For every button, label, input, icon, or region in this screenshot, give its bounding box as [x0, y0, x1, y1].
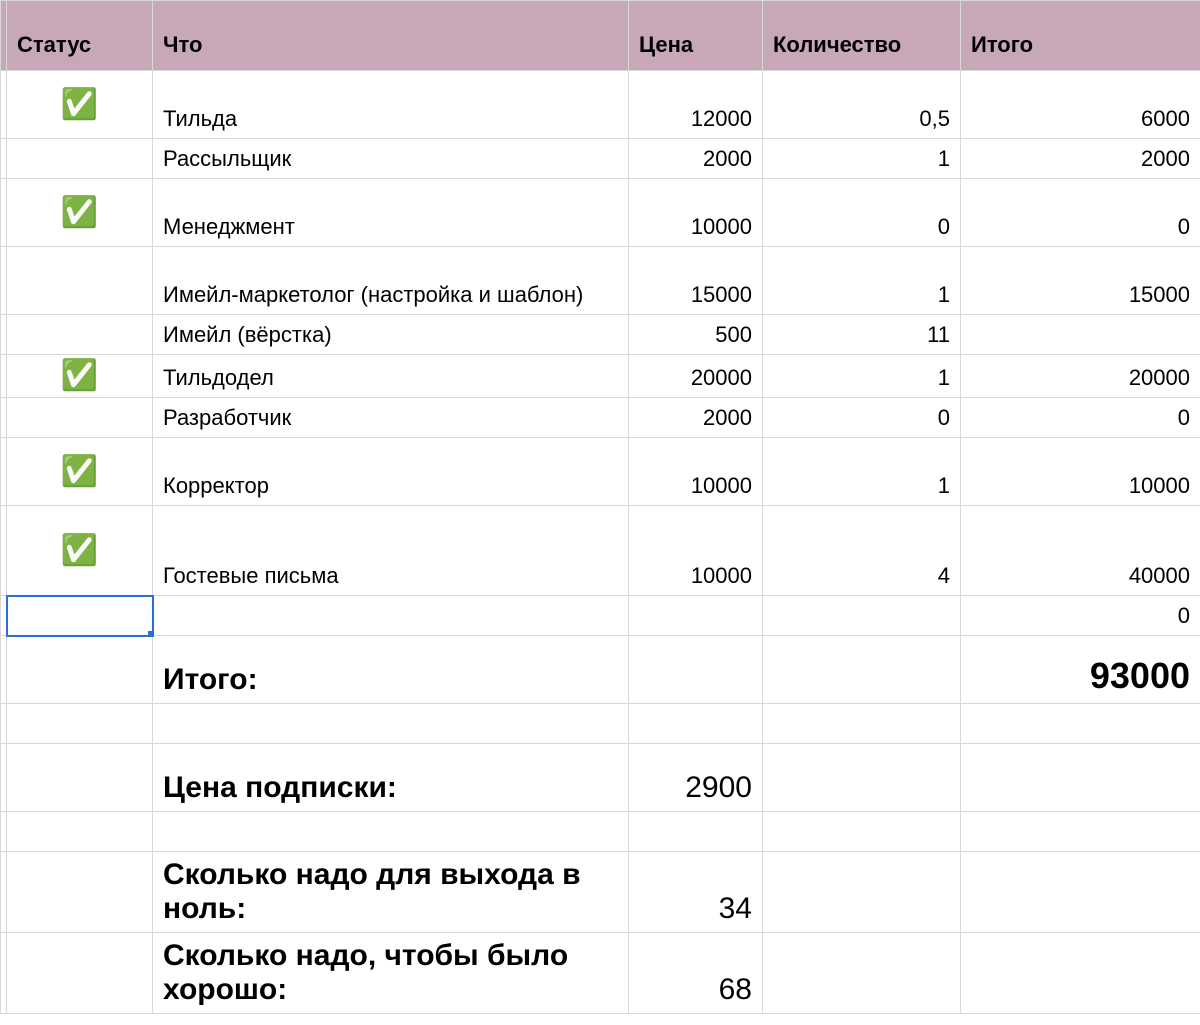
- budget-spreadsheet[interactable]: Статус Что Цена Количество Итого ✅ Тильда…: [0, 0, 1200, 1014]
- cell[interactable]: [763, 596, 961, 636]
- cell[interactable]: [629, 596, 763, 636]
- cell-price[interactable]: 2000: [629, 398, 763, 438]
- cell-status[interactable]: ✅: [7, 71, 153, 139]
- cell-qty[interactable]: 0: [763, 398, 961, 438]
- metric-label[interactable]: Сколько надо, чтобы было хорошо:: [153, 933, 629, 1014]
- metric-label[interactable]: Цена подписки:: [153, 744, 629, 812]
- table-row: ✅ Тильда120000,56000: [1, 71, 1200, 139]
- cell-total[interactable]: 2000: [961, 139, 1200, 179]
- col-header-qty[interactable]: Количество: [763, 1, 961, 71]
- cell-status[interactable]: ✅: [7, 438, 153, 506]
- cell-qty[interactable]: 0,5: [763, 71, 961, 139]
- cell[interactable]: [763, 744, 961, 812]
- spacer-row: [1, 704, 1200, 744]
- cell-status[interactable]: [7, 139, 153, 179]
- cell-total[interactable]: 40000: [961, 506, 1200, 596]
- check-icon: ✅: [61, 88, 98, 121]
- cell-total[interactable]: 6000: [961, 71, 1200, 139]
- table-row: Имейл-маркетолог (настройка и шаблон)150…: [1, 247, 1200, 315]
- cell[interactable]: [7, 852, 153, 933]
- cell-status[interactable]: ✅: [7, 355, 153, 398]
- grand-total-row: Итого: 93000: [1, 636, 1200, 704]
- check-icon: ✅: [61, 196, 98, 229]
- cell-what[interactable]: Рассыльщик: [153, 139, 629, 179]
- table-row: Имейл (вёрстка)50011: [1, 315, 1200, 355]
- metric-label[interactable]: Сколько надо для выхода в ноль:: [153, 852, 629, 933]
- cell[interactable]: [153, 596, 629, 636]
- col-header-status[interactable]: Статус: [7, 1, 153, 71]
- spacer-row: [1, 812, 1200, 852]
- metric-row: Сколько надо для выхода в ноль:34: [1, 852, 1200, 933]
- cell-qty[interactable]: 4: [763, 506, 961, 596]
- cell-total[interactable]: 0: [961, 398, 1200, 438]
- cell-total[interactable]: [961, 315, 1200, 355]
- cell-price[interactable]: 12000: [629, 71, 763, 139]
- check-icon: ✅: [61, 359, 98, 392]
- cell[interactable]: [961, 744, 1200, 812]
- table-row: ✅Корректор10000110000: [1, 438, 1200, 506]
- metric-row: Цена подписки:2900: [1, 744, 1200, 812]
- cell-status[interactable]: [7, 247, 153, 315]
- cell[interactable]: [7, 636, 153, 704]
- cell-price[interactable]: 20000: [629, 355, 763, 398]
- cell-what[interactable]: Гостевые письма: [153, 506, 629, 596]
- cell-what[interactable]: Имейл (вёрстка): [153, 315, 629, 355]
- cell-what[interactable]: Имейл-маркетолог (настройка и шаблон): [153, 247, 629, 315]
- cell-price[interactable]: 500: [629, 315, 763, 355]
- cell[interactable]: [7, 744, 153, 812]
- cell-total[interactable]: 10000: [961, 438, 1200, 506]
- cell-total[interactable]: 15000: [961, 247, 1200, 315]
- cell-what[interactable]: Тильдодел: [153, 355, 629, 398]
- table-row: Рассыльщик200012000: [1, 139, 1200, 179]
- metric-row: Сколько надо, чтобы было хорошо:68: [1, 933, 1200, 1014]
- cell[interactable]: [763, 852, 961, 933]
- col-header-total[interactable]: Итого: [961, 1, 1200, 71]
- selected-cell[interactable]: [7, 596, 153, 636]
- cell-qty[interactable]: 11: [763, 315, 961, 355]
- cell-qty[interactable]: 1: [763, 139, 961, 179]
- cell-total[interactable]: 0: [961, 596, 1200, 636]
- cell[interactable]: [7, 933, 153, 1014]
- cell-qty[interactable]: 0: [763, 179, 961, 247]
- cell-status[interactable]: [7, 398, 153, 438]
- col-header-what[interactable]: Что: [153, 1, 629, 71]
- check-icon: ✅: [61, 455, 98, 488]
- cell-total[interactable]: 0: [961, 179, 1200, 247]
- col-header-price[interactable]: Цена: [629, 1, 763, 71]
- zero-row: 0: [1, 596, 1200, 636]
- table-row: Разработчик200000: [1, 398, 1200, 438]
- cell-what[interactable]: Менеджмент: [153, 179, 629, 247]
- cell-qty[interactable]: 1: [763, 438, 961, 506]
- cell[interactable]: [763, 933, 961, 1014]
- cell-price[interactable]: 10000: [629, 438, 763, 506]
- cell-price[interactable]: 10000: [629, 506, 763, 596]
- cell[interactable]: [629, 636, 763, 704]
- cell-status[interactable]: ✅: [7, 506, 153, 596]
- grand-total-value[interactable]: 93000: [961, 636, 1200, 704]
- cell-price[interactable]: 10000: [629, 179, 763, 247]
- cell[interactable]: [961, 933, 1200, 1014]
- metric-value[interactable]: 68: [629, 933, 763, 1014]
- table-row: ✅Тильдодел20000120000: [1, 355, 1200, 398]
- cell-qty[interactable]: 1: [763, 355, 961, 398]
- cell-qty[interactable]: 1: [763, 247, 961, 315]
- cell-what[interactable]: Разработчик: [153, 398, 629, 438]
- metric-value[interactable]: 2900: [629, 744, 763, 812]
- cell-what[interactable]: Корректор: [153, 438, 629, 506]
- table-row: ✅ Гостевые письма10000440000: [1, 506, 1200, 596]
- cell-total[interactable]: 20000: [961, 355, 1200, 398]
- table-row: ✅Менеджмент1000000: [1, 179, 1200, 247]
- cell[interactable]: [763, 636, 961, 704]
- header-row: Статус Что Цена Количество Итого: [1, 1, 1200, 71]
- cell-what[interactable]: Тильда: [153, 71, 629, 139]
- cell-status[interactable]: [7, 315, 153, 355]
- cell-price[interactable]: 15000: [629, 247, 763, 315]
- cell-status[interactable]: ✅: [7, 179, 153, 247]
- grand-total-label[interactable]: Итого:: [153, 636, 629, 704]
- cell-price[interactable]: 2000: [629, 139, 763, 179]
- cell[interactable]: [961, 852, 1200, 933]
- check-icon: ✅: [61, 534, 98, 567]
- metric-value[interactable]: 34: [629, 852, 763, 933]
